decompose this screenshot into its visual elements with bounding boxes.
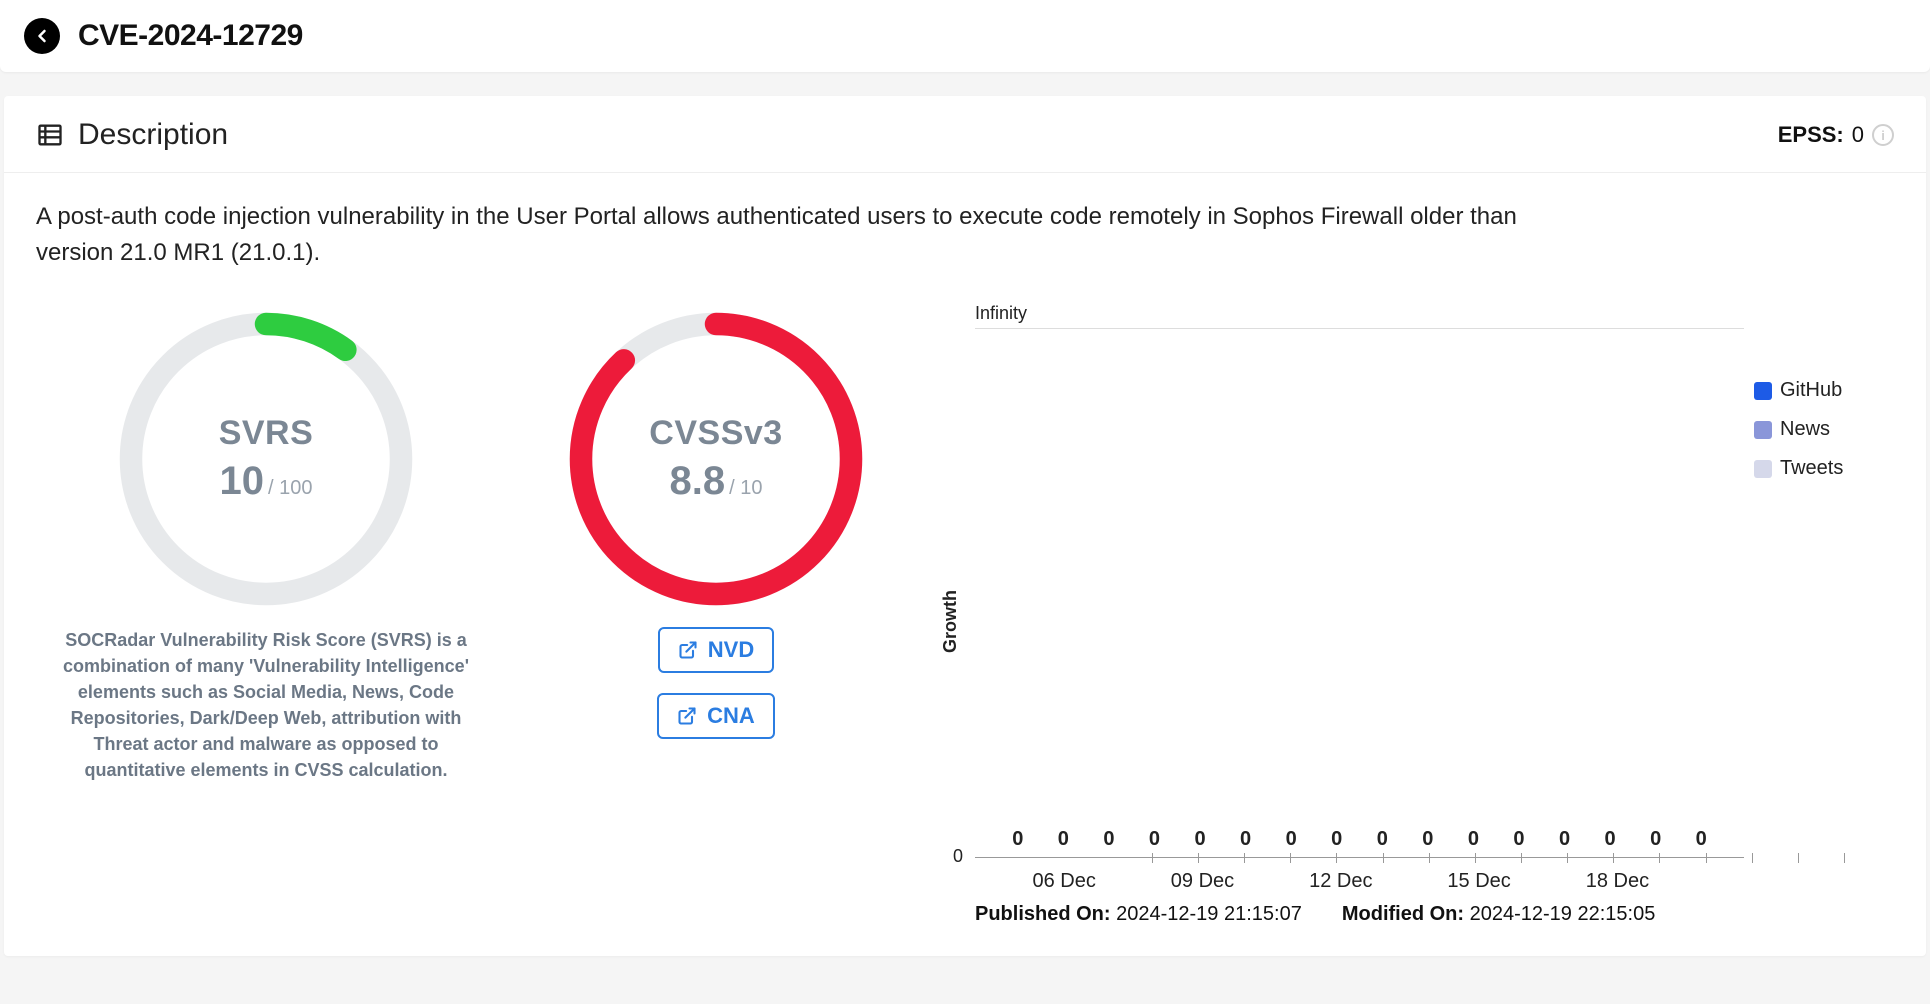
cna-link-button[interactable]: CNA <box>657 693 775 739</box>
legend-label: News <box>1780 418 1830 441</box>
published-label: Published On: <box>975 903 1111 925</box>
legend-item[interactable]: News <box>1754 418 1894 441</box>
svrs-note: SOCRadar Vulnerability Risk Score (SVRS)… <box>46 627 486 784</box>
svrs-label: SVRS <box>219 414 314 453</box>
chart-value: 0 <box>1314 828 1360 851</box>
card-header: Description EPSS: 0 i <box>4 96 1926 173</box>
cvss-panel: CVSSv3 8.8 / 10 NVD CNA <box>536 299 896 944</box>
cvss-label: CVSSv3 <box>649 414 782 453</box>
chart-x-tick: 15 Dec <box>1447 870 1510 893</box>
chart-y-origin: 0 <box>953 846 963 867</box>
svrs-panel: SVRS 10 / 100 SOCRadar Vulnerability Ris… <box>36 299 496 944</box>
description-card: Description EPSS: 0 i A post-auth code i… <box>4 96 1926 956</box>
chart-x-tick <box>1096 870 1133 893</box>
chart-x-tick: 12 Dec <box>1309 870 1372 893</box>
svrs-value: 10 <box>220 459 265 504</box>
chart-value: 0 <box>1086 828 1132 851</box>
chart-value: 0 <box>1542 828 1588 851</box>
modified-label: Modified On: <box>1342 903 1464 925</box>
chart-value: 0 <box>1360 828 1406 851</box>
top-bar: CVE-2024-12729 <box>0 0 1930 72</box>
chart-x-tick <box>1372 870 1409 893</box>
chart-value: 0 <box>1496 828 1542 851</box>
chart-value: 0 <box>1451 828 1497 851</box>
cvss-max: / 10 <box>729 477 762 500</box>
published-value: 2024-12-19 21:15:07 <box>1116 903 1302 925</box>
chart-x-tick <box>1687 870 1724 893</box>
cvss-value: 8.8 <box>670 459 726 504</box>
chart-value: 0 <box>1177 828 1223 851</box>
modified-value: 2024-12-19 22:15:05 <box>1470 903 1656 925</box>
chart-x-tick: 09 Dec <box>1171 870 1234 893</box>
chart-x-tick <box>1272 870 1309 893</box>
nvd-link-button[interactable]: NVD <box>658 627 774 673</box>
section-title: Description <box>78 118 228 152</box>
chart-x-ticks: 06 Dec 09 Dec 12 Dec 15 Dec 18 Dec <box>975 858 1744 893</box>
chart-x-tick: 18 Dec <box>1586 870 1649 893</box>
chart-value: 0 <box>1633 828 1679 851</box>
chart-x-tick <box>1234 870 1271 893</box>
chart-value: 0 <box>1678 828 1724 851</box>
epss-score: EPSS: 0 i <box>1778 122 1894 148</box>
external-link-icon <box>678 640 698 660</box>
growth-chart: Growth Infinity 0 0000000000000000 06 De… <box>936 299 1894 944</box>
chart-value: 0 <box>1405 828 1451 851</box>
chart-x-tick: 06 Dec <box>1032 870 1095 893</box>
cve-meta: Published On: 2024-12-19 21:15:07 Modifi… <box>975 893 1744 944</box>
chart-value: 0 <box>1268 828 1314 851</box>
nvd-link-label: NVD <box>708 637 754 663</box>
chart-value: 0 <box>995 828 1041 851</box>
chart-value: 0 <box>1587 828 1633 851</box>
legend-swatch <box>1754 421 1772 439</box>
page-title: CVE-2024-12729 <box>78 19 303 53</box>
chart-y-top: Infinity <box>975 303 1744 324</box>
list-icon <box>36 121 64 149</box>
cvss-gauge: CVSSv3 8.8 / 10 <box>566 309 866 609</box>
legend-swatch <box>1754 382 1772 400</box>
chart-x-tick <box>1511 870 1548 893</box>
cna-link-label: CNA <box>707 703 755 729</box>
chart-x-tick <box>1410 870 1447 893</box>
svrs-max: / 100 <box>268 477 312 500</box>
svrs-gauge: SVRS 10 / 100 <box>116 309 416 609</box>
chart-x-tick <box>1133 870 1170 893</box>
chart-value: 0 <box>1041 828 1087 851</box>
back-button[interactable] <box>24 18 60 54</box>
description-text: A post-auth code injection vulnerability… <box>36 199 1536 271</box>
chart-value: 0 <box>1132 828 1178 851</box>
chart-x-tick <box>995 870 1032 893</box>
external-link-icon <box>677 706 697 726</box>
epss-label: EPSS: <box>1778 122 1844 148</box>
chart-x-tick <box>1649 870 1686 893</box>
legend-label: GitHub <box>1780 379 1842 402</box>
legend-item[interactable]: Tweets <box>1754 457 1894 480</box>
chart-legend: GitHub News Tweets <box>1754 299 1894 944</box>
chart-x-tick <box>1548 870 1585 893</box>
chart-value: 0 <box>1223 828 1269 851</box>
legend-label: Tweets <box>1780 457 1843 480</box>
arrow-left-icon <box>32 26 52 46</box>
info-icon[interactable]: i <box>1872 124 1894 146</box>
legend-item[interactable]: GitHub <box>1754 379 1894 402</box>
epss-value: 0 <box>1852 122 1864 148</box>
legend-swatch <box>1754 460 1772 478</box>
